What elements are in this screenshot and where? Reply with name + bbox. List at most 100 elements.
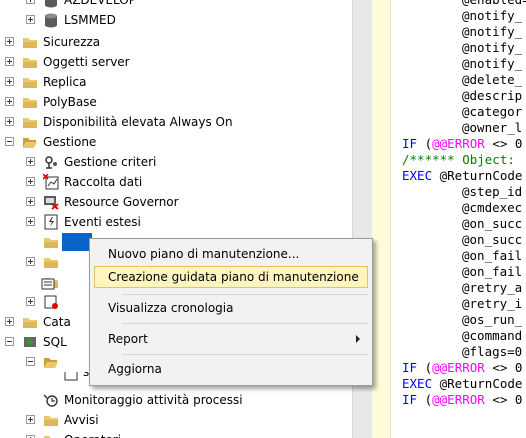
- code-line: @on_succ: [462, 216, 523, 231]
- menu-separator: [122, 294, 368, 295]
- code-comment-line: /****** Object:: [402, 152, 515, 167]
- code-line: @enabled=: [462, 0, 526, 8]
- expand-icon[interactable]: [26, 15, 35, 24]
- tree-node-gestione[interactable]: Gestione: [0, 132, 352, 152]
- tree-node-label: Replica: [43, 75, 87, 89]
- code-line: @owner_l: [462, 120, 523, 135]
- menu-item-label: Creazione guidata piano di manutenzione: [108, 270, 359, 284]
- submenu-arrow-icon: [356, 335, 360, 343]
- folder-icon: [23, 98, 37, 108]
- collapse-icon[interactable]: [5, 137, 14, 146]
- tree-node-hidden[interactable]: [0, 292, 90, 312]
- expand-icon[interactable]: [26, 257, 35, 266]
- job-icon: [64, 372, 78, 381]
- folder-open-icon: [44, 358, 58, 368]
- code-line: EXEC @ReturnCode: [402, 376, 523, 391]
- tree-node-sql-agent[interactable]: SQL: [0, 332, 90, 352]
- code-line: @os_run_: [462, 312, 523, 327]
- folder-icon: [23, 78, 37, 88]
- code-line: @flags=0: [462, 344, 523, 359]
- expand-icon[interactable]: [5, 97, 14, 106]
- tree-node-label: Sicurezza: [43, 35, 101, 49]
- code-line: IF (@@ERROR <> 0: [402, 136, 523, 151]
- tree-node-raccolta-dati[interactable]: Raccolta dati: [0, 172, 352, 192]
- code-line: @notify_: [462, 8, 523, 23]
- code-line: @command: [462, 328, 523, 343]
- menu-item-nuovo-piano[interactable]: Nuovo piano di manutenzione...: [94, 243, 368, 265]
- tree-node-operatori[interactable]: Operatori: [0, 430, 352, 438]
- tree-node-eventi-estesi[interactable]: Eventi estesi: [0, 212, 352, 232]
- code-line: @on_fail: [462, 264, 523, 279]
- tree-node-label: Disponibilità elevata Always On: [43, 115, 233, 129]
- expand-icon[interactable]: [5, 117, 14, 126]
- expand-icon[interactable]: [5, 57, 14, 66]
- context-menu: Nuovo piano di manutenzione... Creazione…: [89, 238, 373, 386]
- tree-node-gestione-criteri[interactable]: Gestione criteri: [0, 152, 352, 172]
- tree-node-label: Resource Governor: [64, 195, 179, 209]
- menu-item-visualizza-cronologia[interactable]: Visualizza cronologia: [94, 297, 368, 319]
- expand-icon[interactable]: [26, 197, 35, 206]
- job-activity-icon: [43, 394, 58, 407]
- expand-icon[interactable]: [26, 415, 35, 424]
- tree-node-monitoraggio[interactable]: Monitoraggio attività processi: [0, 390, 352, 410]
- expand-icon[interactable]: [26, 0, 35, 4]
- tree-node-oggetti-server[interactable]: Oggetti server: [0, 52, 352, 72]
- expand-icon[interactable]: [5, 37, 14, 46]
- expand-icon[interactable]: [26, 297, 35, 306]
- tree-node-label: Eventi estesi: [64, 215, 141, 229]
- tree-node-hidden[interactable]: [0, 252, 90, 272]
- tree-node-label: Gestione criteri: [64, 155, 157, 169]
- tree-node-azdevelop[interactable]: AZDEVELOP: [0, 0, 352, 10]
- tree-node-label: Operatori: [64, 430, 121, 438]
- code-line: @categor: [462, 104, 523, 119]
- resource-governor-icon: [44, 196, 59, 210]
- code-line: @descrip: [462, 88, 523, 103]
- folder-icon: [23, 58, 37, 68]
- folder-icon: [23, 38, 37, 48]
- expand-icon[interactable]: [26, 177, 35, 186]
- code-line: @on_fail: [462, 248, 523, 263]
- tree-node-polybase[interactable]: PolyBase: [0, 92, 352, 112]
- expand-icon[interactable]: [5, 317, 14, 326]
- code-line: @cmdexec: [462, 200, 523, 215]
- tree-node-processi[interactable]: [0, 352, 90, 372]
- folder-icon: [23, 318, 37, 328]
- folder-icon: [44, 416, 58, 426]
- code-line: IF (@@ERROR <> 0: [402, 392, 523, 407]
- menu-item-report[interactable]: Report: [94, 328, 368, 350]
- collapse-icon[interactable]: [5, 337, 14, 346]
- tree-node-always-on[interactable]: Disponibilità elevata Always On: [0, 112, 352, 132]
- folder-icon: [44, 238, 58, 248]
- folder-icon: [44, 436, 58, 438]
- folder-icon: [44, 258, 58, 268]
- tree-node-label: AZDEVELOP: [64, 0, 136, 7]
- expand-icon[interactable]: [5, 77, 14, 86]
- menu-item-label: Nuovo piano di manutenzione...: [108, 247, 300, 261]
- code-line: @on_succ: [462, 232, 523, 247]
- selected-node-highlight: [62, 233, 92, 251]
- menu-item-label: Report: [108, 332, 148, 346]
- database-icon: [45, 13, 57, 28]
- menu-item-creazione-guidata[interactable]: Creazione guidata piano di manutenzione: [94, 266, 368, 288]
- database-icon: [45, 0, 57, 8]
- log-icon: [41, 278, 55, 290]
- expand-icon[interactable]: [26, 157, 35, 166]
- tree-node-hidden[interactable]: [0, 272, 90, 292]
- menu-item-aggiorna[interactable]: Aggiorna: [94, 358, 368, 380]
- tree-node-label: Cata: [43, 315, 71, 329]
- code-editor[interactable]: @enabled= @notify_ @notify_ @notify_ @no…: [391, 0, 526, 438]
- collapse-icon[interactable]: [26, 357, 35, 366]
- tree-node-label: SQL: [43, 335, 67, 349]
- tree-node-avvisi[interactable]: Avvisi: [0, 410, 352, 430]
- tree-node-replica[interactable]: Replica: [0, 72, 352, 92]
- tree-node-resource-governor[interactable]: Resource Governor: [0, 192, 352, 212]
- tree-node-label: Raccolta dati: [64, 175, 143, 189]
- tree-node-sicurezza[interactable]: Sicurezza: [0, 32, 352, 52]
- tree-node-cataloghi[interactable]: Cata: [0, 312, 90, 332]
- tree-node-lsmmed[interactable]: LSMMED: [0, 10, 352, 30]
- tree-node-label: Oggetti server: [43, 55, 130, 69]
- code-line: @step_id: [462, 184, 523, 199]
- expand-icon[interactable]: [26, 217, 35, 226]
- tree-node-label: Gestione: [43, 135, 97, 149]
- data-collection-icon: [43, 174, 59, 190]
